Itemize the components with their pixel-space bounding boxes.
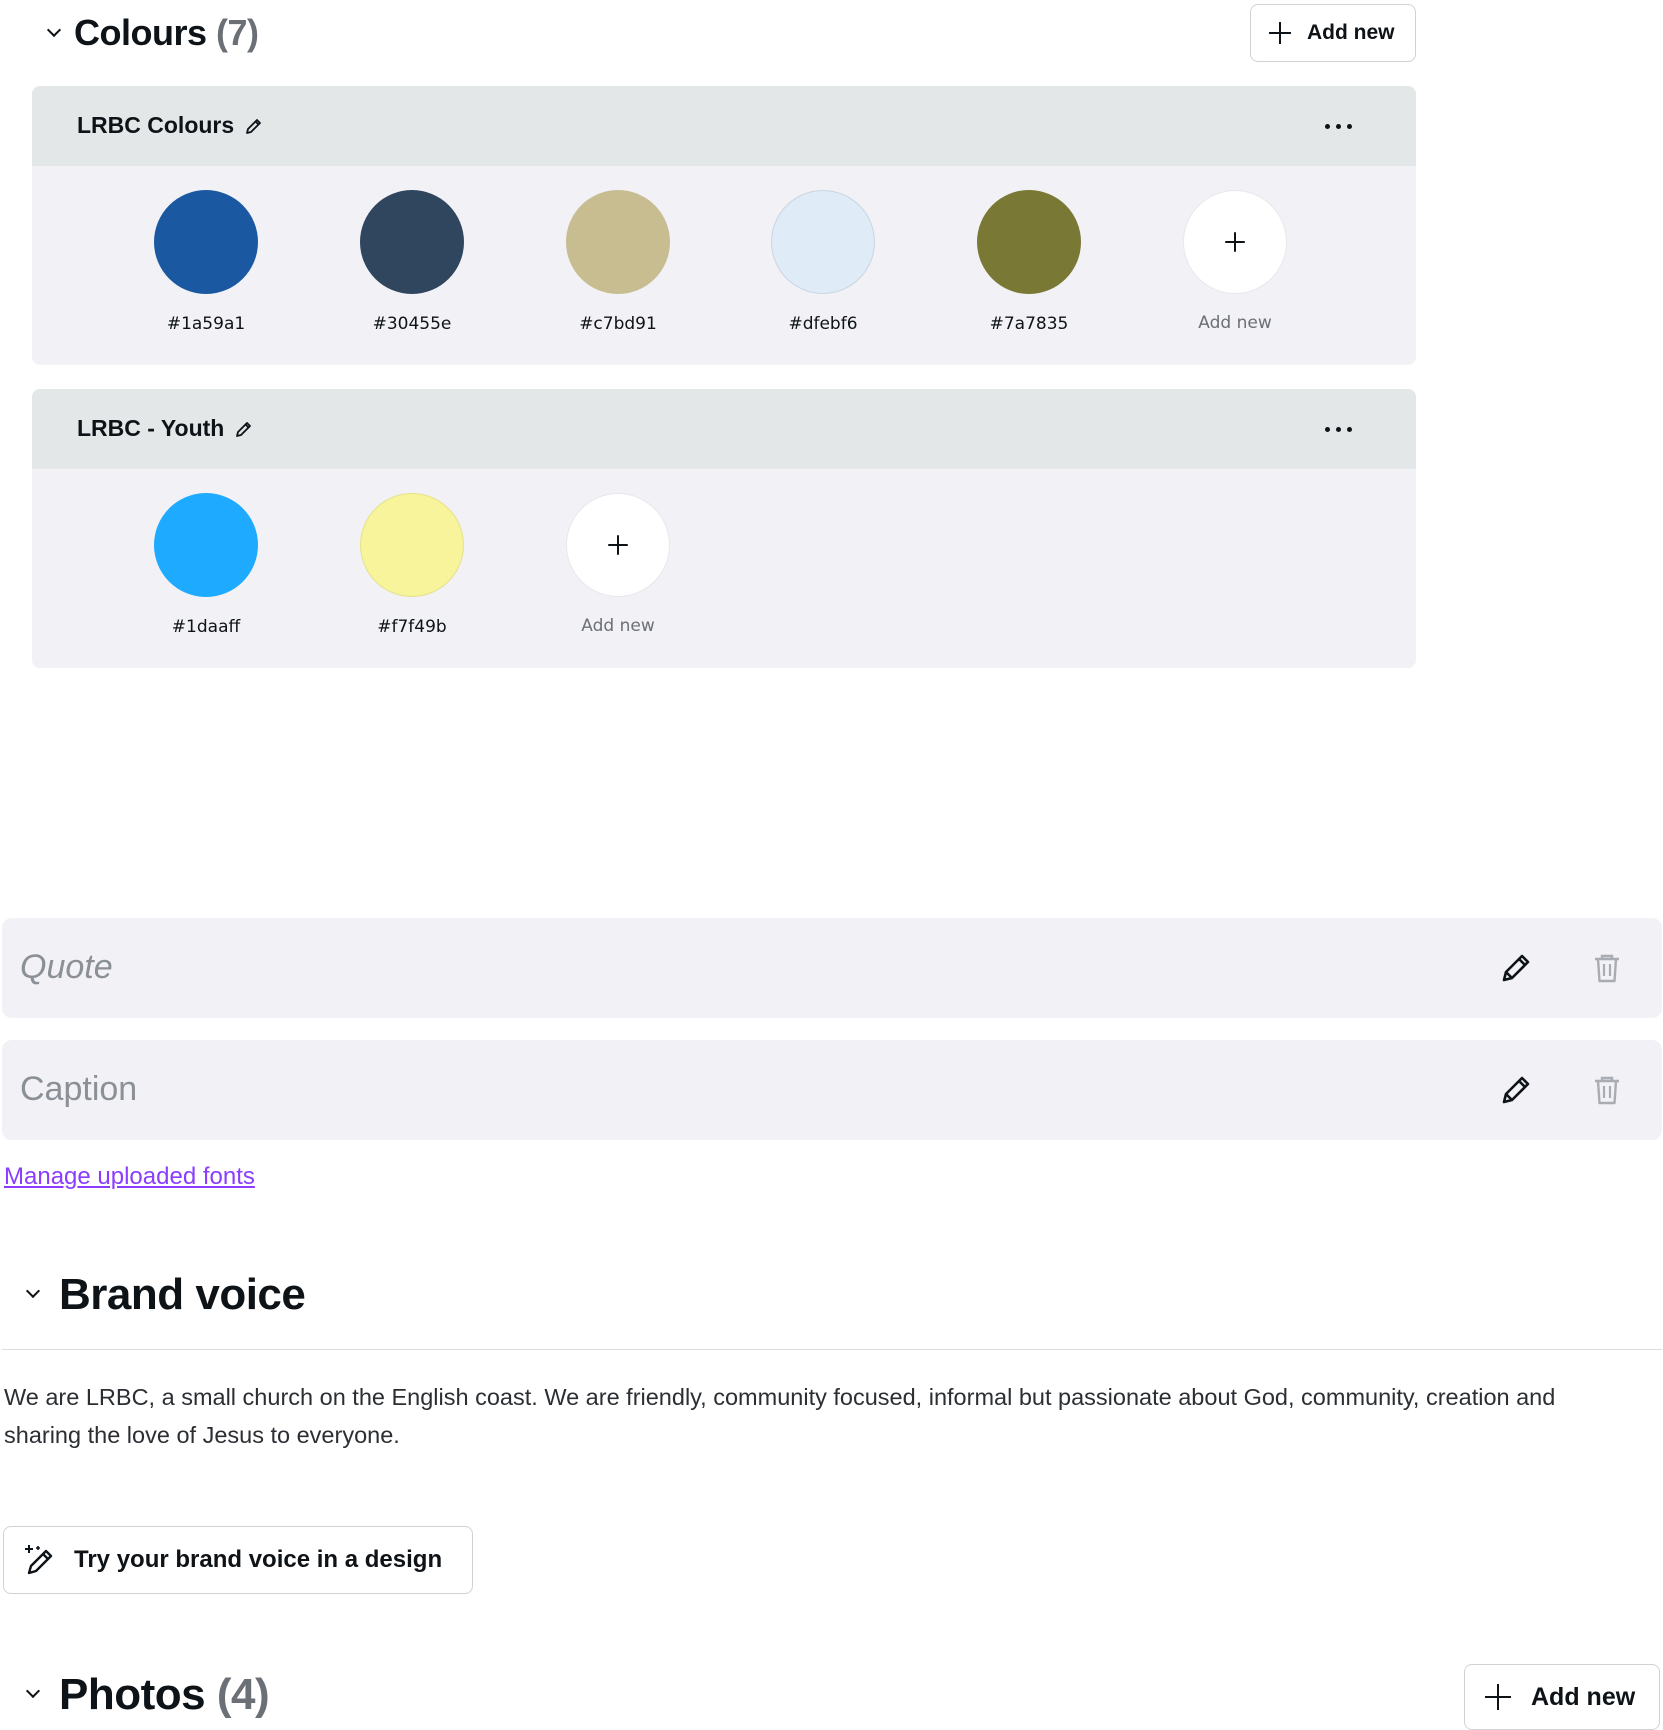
try-brand-voice-button[interactable]: Try your brand voice in a design	[3, 1526, 473, 1594]
plus-icon	[1485, 1684, 1511, 1710]
add-colour-label: Add new	[581, 616, 655, 636]
colour-swatch[interactable]: #c7bd91	[548, 190, 688, 334]
font-sample-text: Quote	[20, 948, 113, 986]
palette-name[interactable]: LRBC - Youth	[77, 415, 254, 442]
palette-header: LRBC - Youth	[32, 389, 1416, 469]
colour-swatch[interactable]: #7a7835	[959, 190, 1099, 334]
swatch-label: #c7bd91	[579, 314, 657, 334]
pencil-icon[interactable]	[244, 116, 264, 136]
trash-icon[interactable]	[1590, 951, 1624, 985]
section-divider	[2, 1349, 1662, 1350]
swatch-label: #1a59a1	[166, 314, 246, 334]
colour-swatch[interactable]: #1daaff	[136, 493, 276, 637]
colour-swatch[interactable]: #1a59a1	[136, 190, 276, 334]
add-colour-circle	[567, 494, 669, 596]
palette-card: LRBC Colours #1a59a1 #30455e #c7bd91 #df…	[32, 86, 1416, 365]
colours-collapse-toggle[interactable]	[44, 22, 68, 46]
swatch-circle	[154, 190, 258, 294]
swatch-circle	[771, 190, 875, 294]
colours-add-new-button[interactable]: Add new	[1250, 4, 1416, 62]
palette-header: LRBC Colours	[32, 86, 1416, 166]
trash-icon[interactable]	[1590, 1073, 1624, 1107]
palette-name-text: LRBC Colours	[77, 112, 235, 138]
swatch-circle	[360, 190, 464, 294]
swatch-circle	[566, 190, 670, 294]
add-colour-button[interactable]: Add new	[548, 494, 688, 636]
font-sample-text: Caption	[20, 1070, 138, 1108]
more-dots-icon[interactable]	[1325, 124, 1352, 129]
magic-pencil-icon	[25, 1545, 53, 1575]
palette-card: LRBC - Youth #1daaff #f7f49b Add new	[32, 389, 1416, 668]
colours-count: (7)	[216, 12, 259, 53]
brand-voice-text: We are LRBC, a small church on the Engli…	[4, 1384, 1556, 1448]
more-dots-icon[interactable]	[1325, 427, 1352, 432]
swatch-circle	[977, 190, 1081, 294]
brand-voice-collapse-toggle[interactable]	[22, 1283, 46, 1307]
photos-section-title: Photos (4)	[59, 1670, 270, 1720]
swatch-label: #1daaff	[171, 617, 241, 637]
colours-add-new-label: Add new	[1307, 21, 1395, 44]
chevron-down-icon	[46, 22, 62, 38]
chevron-down-icon	[25, 1283, 41, 1299]
chevron-down-icon	[25, 1683, 41, 1699]
photos-count: (4)	[216, 1670, 270, 1719]
pencil-icon[interactable]	[1499, 951, 1533, 985]
colour-swatch[interactable]: #f7f49b	[342, 493, 482, 637]
colours-title: Colours	[74, 12, 207, 53]
photos-collapse-toggle[interactable]	[22, 1683, 46, 1707]
pencil-icon[interactable]	[1499, 1073, 1533, 1107]
palette-name-text: LRBC - Youth	[77, 415, 225, 441]
plus-icon	[608, 535, 628, 555]
swatch-label: #7a7835	[989, 314, 1069, 334]
photos-add-new-button[interactable]: Add new	[1464, 1664, 1660, 1730]
brand-voice-title: Brand voice	[59, 1270, 306, 1319]
add-colour-circle	[1184, 191, 1286, 293]
manage-uploaded-fonts-link[interactable]: Manage uploaded fonts	[4, 1163, 255, 1191]
swatch-circle	[360, 493, 464, 597]
pencil-icon[interactable]	[234, 419, 254, 439]
photos-add-new-label: Add new	[1531, 1682, 1636, 1711]
add-colour-button[interactable]: Add new	[1165, 191, 1305, 333]
colour-swatch[interactable]: #30455e	[342, 190, 482, 334]
swatch-label: #f7f49b	[377, 617, 447, 637]
colour-swatch[interactable]: #dfebf6	[753, 190, 893, 334]
try-brand-voice-label: Try your brand voice in a design	[74, 1546, 443, 1573]
swatch-circle	[154, 493, 258, 597]
plus-icon	[1269, 22, 1291, 44]
photos-title: Photos	[59, 1670, 206, 1719]
add-colour-label: Add new	[1198, 313, 1272, 333]
swatch-label: #dfebf6	[788, 314, 858, 334]
font-style-row[interactable]: Caption	[2, 1040, 1662, 1140]
swatch-label: #30455e	[372, 314, 452, 334]
font-style-row[interactable]: Quote	[2, 918, 1662, 1018]
palette-name[interactable]: LRBC Colours	[77, 112, 264, 139]
plus-icon	[1225, 232, 1245, 252]
colours-section-title: Colours (7)	[74, 12, 259, 54]
